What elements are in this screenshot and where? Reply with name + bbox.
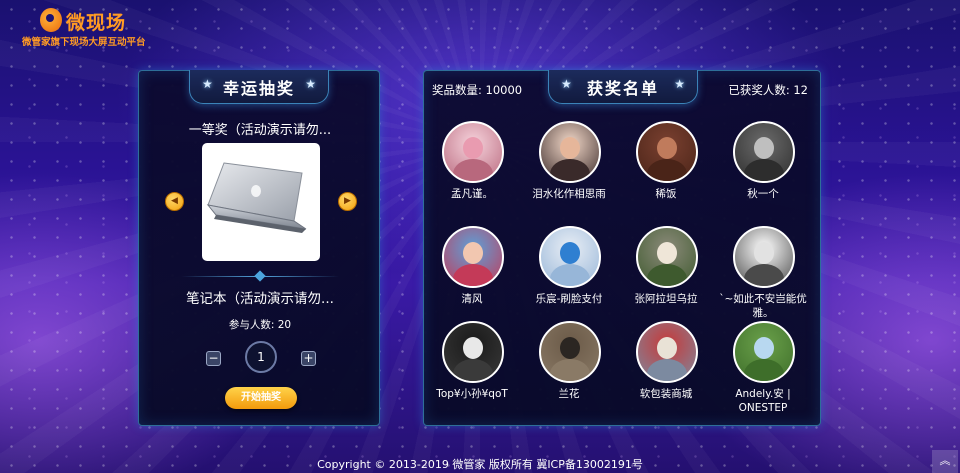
next-prize-button[interactable]: ▶ xyxy=(338,192,357,211)
footer-copyright: Copyright © 2013-2019 微管家 版权所有 冀ICP备1300… xyxy=(317,458,643,471)
quantity-value[interactable]: 1 xyxy=(245,341,277,373)
brand-subtitle: 微管家旗下现场大屏互动平台 xyxy=(22,37,146,48)
winners-panel: 奖品数量: 10000 ★ 获奖名单 ★ 已获奖人数: 12 孟凡谨。 泪水化作相… xyxy=(423,70,821,426)
winner-name: Top¥小孙¥qoT xyxy=(436,388,508,400)
winner-name: `~如此不安岂能优雅。 xyxy=(719,293,807,319)
winner-name: 秋一个 xyxy=(747,188,779,200)
lottery-panel-header: ★ 幸运抽奖 ★ xyxy=(189,70,329,104)
participants-count: 参与人数: 20 xyxy=(228,319,292,331)
winners-count: 已获奖人数: 12 xyxy=(728,83,808,97)
winner-avatar xyxy=(539,121,601,183)
start-lottery-button[interactable]: 开始抽奖 xyxy=(225,387,297,409)
prize-image xyxy=(202,143,320,261)
winner-avatar xyxy=(442,121,504,183)
back-to-top-button[interactable]: ︽ xyxy=(932,450,958,473)
increase-button[interactable]: + xyxy=(301,351,316,366)
winner-avatar xyxy=(636,226,698,288)
winner-name: 孟凡谨。 xyxy=(451,188,493,200)
diamond-icon xyxy=(254,270,266,282)
winner-avatar xyxy=(442,321,504,383)
brand-logo[interactable]: 微现场 微管家旗下现场大屏互动平台 xyxy=(22,8,182,48)
winner-name: Andely.安 | ONESTEP xyxy=(735,388,791,414)
winner-name: 稀饭 xyxy=(655,188,677,200)
winner-avatar xyxy=(539,321,601,383)
prize-name: 笔记本（活动演示请勿... xyxy=(186,291,334,307)
winners-panel-header: ★ 获奖名单 ★ xyxy=(548,70,698,104)
winner-avatar xyxy=(636,321,698,383)
winner-name: 兰花 xyxy=(558,388,580,400)
laptop-image xyxy=(206,162,307,233)
winner-avatar xyxy=(733,226,795,288)
winner-avatar xyxy=(733,121,795,183)
chevron-left-icon: ◀ xyxy=(171,196,178,206)
winner-name: 泪水化作相思雨 xyxy=(532,188,606,200)
winner-name: 张阿拉坦乌拉 xyxy=(634,293,698,305)
chevron-right-icon: ▶ xyxy=(344,196,351,206)
winner-name: 乐宸-刷脸支付 xyxy=(535,293,603,305)
winner-avatar xyxy=(636,121,698,183)
prev-prize-button[interactable]: ◀ xyxy=(165,192,184,211)
prize-level: 一等奖（活动演示请勿... xyxy=(188,123,332,138)
winner-name: 软包装商城 xyxy=(639,388,693,400)
brand-title: 微现场 xyxy=(66,12,127,34)
double-chevron-up-icon: ︽ xyxy=(939,454,951,467)
lottery-panel: ★ 幸运抽奖 ★ 一等奖（活动演示请勿... ◀ ▶ 笔记本（活动演示请勿...… xyxy=(138,70,380,426)
winner-name: 清风 xyxy=(461,293,483,305)
winner-avatar xyxy=(539,226,601,288)
prize-count: 奖品数量: 10000 xyxy=(432,83,523,97)
star-icon: ★ xyxy=(305,77,316,91)
decrease-button[interactable]: − xyxy=(206,351,221,366)
winner-avatar xyxy=(442,226,504,288)
winner-avatar xyxy=(733,321,795,383)
star-icon: ★ xyxy=(674,77,685,91)
brand-mark-icon xyxy=(40,8,62,32)
